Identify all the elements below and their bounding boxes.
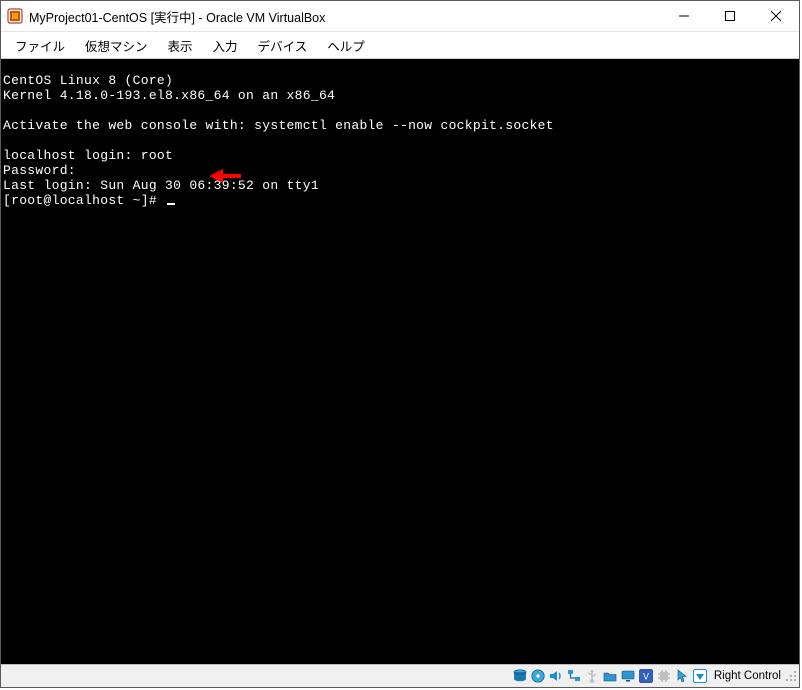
console-line: CentOS Linux 8 (Core) (3, 73, 797, 88)
statusbar: V Right Control (1, 664, 799, 687)
titlebar[interactable]: MyProject01-CentOS [実行中] - Oracle VM Vir… (1, 1, 799, 32)
menu-input[interactable]: 入力 (203, 33, 248, 58)
network-icon[interactable] (566, 668, 582, 684)
audio-icon[interactable] (548, 668, 564, 684)
svg-text:V: V (643, 672, 649, 682)
close-button[interactable] (753, 1, 799, 31)
recording-icon[interactable]: V (638, 668, 654, 684)
console-password-line: Password: (3, 163, 797, 178)
hostkey-down-icon[interactable] (692, 668, 708, 684)
shared-folder-icon[interactable] (602, 668, 618, 684)
status-icons: V (512, 668, 708, 684)
menu-devices[interactable]: デバイス (248, 33, 318, 58)
cpu-icon[interactable] (656, 668, 672, 684)
console-lastlogin-line: Last login: Sun Aug 30 06:39:52 on tty1 (3, 178, 797, 193)
menu-file[interactable]: ファイル (5, 33, 75, 58)
maximize-button[interactable] (707, 1, 753, 31)
cursor (167, 203, 175, 205)
resize-grip-icon[interactable] (785, 670, 797, 682)
menu-machine[interactable]: 仮想マシン (75, 33, 158, 58)
menubar: ファイル 仮想マシン 表示 入力 デバイス ヘルプ (1, 32, 799, 59)
login-user: root (141, 148, 173, 163)
hostkey-label: Right Control (714, 670, 781, 682)
console-line (3, 133, 797, 148)
window-controls (661, 1, 799, 31)
console-prompt-line: [root@localhost ~]# (3, 193, 797, 208)
hard-disk-icon[interactable] (512, 668, 528, 684)
guest-console[interactable]: CentOS Linux 8 (Core) Kernel 4.18.0-193.… (1, 59, 799, 664)
menu-view[interactable]: 表示 (158, 33, 203, 58)
minimize-button[interactable] (661, 1, 707, 31)
vm-window: MyProject01-CentOS [実行中] - Oracle VM Vir… (0, 0, 800, 688)
menu-help[interactable]: ヘルプ (317, 33, 375, 58)
console-line: Activate the web console with: systemctl… (3, 118, 797, 133)
console-login-line: localhost login: root (3, 148, 797, 163)
console-line: Kernel 4.18.0-193.el8.x86_64 on an x86_6… (3, 88, 797, 103)
window-title: MyProject01-CentOS [実行中] - Oracle VM Vir… (29, 7, 325, 26)
shell-prompt: [root@localhost ~]# (3, 193, 165, 208)
optical-disc-icon[interactable] (530, 668, 546, 684)
login-prompt: localhost login: (3, 148, 141, 163)
mouse-integration-icon[interactable] (674, 668, 690, 684)
console-line (3, 103, 797, 118)
display-icon[interactable] (620, 668, 636, 684)
virtualbox-icon (7, 8, 23, 24)
usb-icon[interactable] (584, 668, 600, 684)
